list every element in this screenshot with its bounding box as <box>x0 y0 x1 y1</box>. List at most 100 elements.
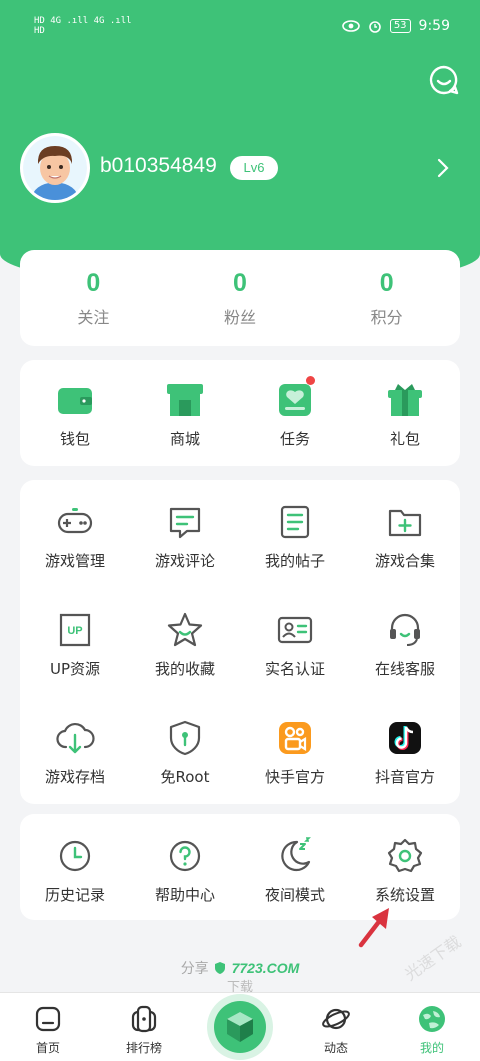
menu-item-label: UP资源 <box>49 660 101 678</box>
menu-item-my-posts[interactable]: 我的帖子 <box>240 480 350 587</box>
status-bar: HD 4G .ıll 4G .ıll HD 53 9:59 <box>0 0 480 56</box>
headset-icon <box>390 613 420 646</box>
wallet-button[interactable]: 钱包 <box>20 360 130 466</box>
menu-item-game-management[interactable]: 游戏管理 <box>20 480 130 587</box>
share-brand[interactable]: 7723.COM <box>232 960 300 976</box>
tab-mine[interactable]: 我的 <box>384 993 480 1061</box>
moon-icon <box>281 837 311 872</box>
menu-item-night-mode[interactable]: 夜间模式 <box>240 814 350 920</box>
stat-value: 0 <box>233 269 247 297</box>
menu-item-history[interactable]: 历史记录 <box>20 814 130 920</box>
menu-item-online-support[interactable]: 在线客服 <box>350 588 460 695</box>
clock-time: 9:59 <box>418 18 450 34</box>
stat-label: 积分 <box>370 308 403 327</box>
shop-button[interactable]: 商城 <box>130 360 240 466</box>
folder-add-icon <box>388 509 422 537</box>
wallet-label: 钱包 <box>59 430 90 448</box>
menu-item-label: 历史记录 <box>44 886 105 904</box>
menu-item-label: 游戏合集 <box>374 552 435 570</box>
menu-item-label: 快手官方 <box>264 768 325 786</box>
avatar-illustration <box>23 136 87 200</box>
planet-icon <box>322 1008 350 1030</box>
task-label: 任务 <box>279 430 310 448</box>
menu-item-label: 我的收藏 <box>154 660 215 678</box>
gamepad-icon <box>57 508 93 534</box>
menu-item-label: 游戏评论 <box>154 552 215 570</box>
tools-card: 游戏管理 游戏评论 我的帖子 游戏合集 UP UP资源 我的收藏 实名认证 在线… <box>20 480 460 804</box>
wallet-icon <box>58 388 92 414</box>
menu-item-no-root[interactable]: 免Root <box>130 696 240 803</box>
menu-item-help-center[interactable]: 帮助中心 <box>130 814 240 920</box>
menu-item-label: 在线客服 <box>374 660 435 678</box>
wallet-card: 钱包 商城 任务 礼包 <box>20 360 460 466</box>
tab-ranking[interactable]: 排行榜 <box>96 993 192 1061</box>
task-icon <box>279 384 311 416</box>
menu-item-label: 抖音官方 <box>374 768 435 786</box>
menu-item-kuaishou-official[interactable]: 快手官方 <box>240 696 350 803</box>
post-icon <box>280 505 310 539</box>
up-resource-icon: UP <box>59 613 91 647</box>
username[interactable]: b010354849 <box>100 154 217 178</box>
share-prefix: 分享 <box>180 961 209 977</box>
menu-item-game-comments[interactable]: 游戏评论 <box>130 480 240 587</box>
stat-points[interactable]: 0 积分 <box>313 250 460 346</box>
chevron-right-icon[interactable] <box>436 158 450 178</box>
tab-label: 动态 <box>323 1041 348 1055</box>
shop-icon <box>167 384 203 416</box>
hd-indicator: HD <box>34 26 45 36</box>
tab-label: 我的 <box>419 1041 444 1055</box>
clock-icon <box>59 840 91 872</box>
cloud-download-icon <box>56 722 95 754</box>
gift-button[interactable]: 礼包 <box>350 360 460 466</box>
tab-moments[interactable]: 动态 <box>288 993 384 1061</box>
alarm-icon <box>369 21 381 33</box>
menu-item-label: 我的帖子 <box>264 552 325 570</box>
menu-item-up-resources[interactable]: UP UP资源 <box>20 588 130 695</box>
shop-label: 商城 <box>169 430 200 448</box>
svg-text:UP: UP <box>67 625 82 637</box>
menu-item-label: 免Root <box>160 768 210 786</box>
tab-label: 首页 <box>35 1041 60 1055</box>
notification-dot <box>306 376 315 385</box>
stat-followers[interactable]: 0 粉丝 <box>167 250 314 346</box>
menu-item-my-favorites[interactable]: 我的收藏 <box>130 588 240 695</box>
battery-indicator: 53 <box>389 19 411 33</box>
stats-card: 0 关注 0 粉丝 0 积分 <box>20 250 460 346</box>
cube-icon <box>227 1012 253 1042</box>
level-badge: Lv6 <box>230 156 278 180</box>
id-card-icon <box>277 616 313 644</box>
menu-item-label: 实名认证 <box>264 660 325 678</box>
douyin-icon <box>389 722 421 754</box>
gift-icon <box>388 384 422 416</box>
stat-label: 粉丝 <box>224 308 257 327</box>
shield-icon <box>169 720 201 756</box>
menu-item-label: 夜间模式 <box>264 886 325 904</box>
stat-following[interactable]: 0 关注 <box>20 250 167 346</box>
profile-globe-icon <box>419 1006 445 1032</box>
menu-item-douyin-official[interactable]: 抖音官方 <box>350 696 460 803</box>
menu-item-label: 系统设置 <box>374 886 435 904</box>
menu-item-label: 游戏存档 <box>44 768 105 786</box>
center-action-button[interactable] <box>207 994 273 1060</box>
stat-label: 关注 <box>77 308 110 327</box>
tab-label: 排行榜 <box>125 1041 162 1055</box>
ranking-icon <box>131 1005 157 1033</box>
menu-item-label: 帮助中心 <box>154 886 215 904</box>
shield-logo-icon <box>215 962 226 974</box>
home-icon <box>35 1006 61 1032</box>
menu-item-game-saves[interactable]: 游戏存档 <box>20 696 130 803</box>
menu-item-id-verification[interactable]: 实名认证 <box>240 588 350 695</box>
menu-item-game-collection[interactable]: 游戏合集 <box>350 480 460 587</box>
stat-value: 0 <box>379 269 394 297</box>
task-button[interactable]: 任务 <box>240 360 350 466</box>
stat-value: 0 <box>86 269 101 297</box>
annotation-arrow <box>358 908 389 948</box>
star-icon <box>167 612 203 647</box>
help-icon <box>169 840 201 872</box>
avatar[interactable] <box>20 133 90 203</box>
gear-icon <box>387 838 423 873</box>
tab-home[interactable]: 首页 <box>0 993 96 1061</box>
menu-item-label: 游戏管理 <box>44 552 105 570</box>
signal-indicators: HD 4G .ıll 4G .ıll <box>34 16 132 26</box>
message-smile-icon[interactable] <box>428 64 460 96</box>
